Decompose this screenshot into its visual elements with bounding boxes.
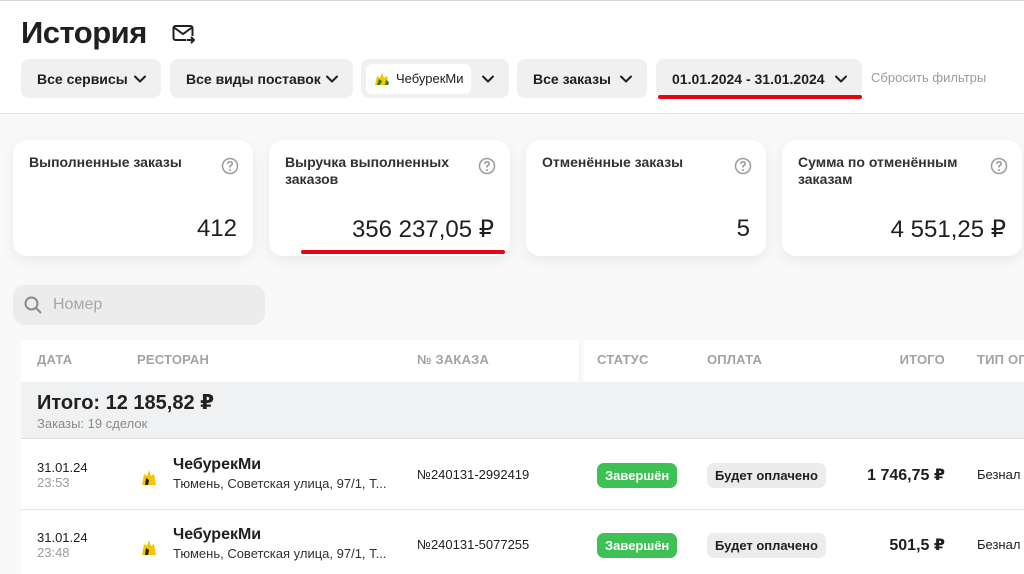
- card-label: Сумма по отменённым заказам: [798, 154, 958, 187]
- brand-chip-label: ЧебурекМи: [396, 71, 464, 86]
- summary-count: Заказы: 19 сделок: [37, 416, 148, 431]
- delivery-filter[interactable]: Все виды поставок: [170, 59, 353, 98]
- payment-type: Безнал: [977, 467, 1021, 482]
- chevron-down-icon: [482, 75, 494, 83]
- column-divider: [579, 340, 585, 384]
- card-value: 356 237,05 ₽: [351, 216, 494, 243]
- card-value: 412: [196, 215, 237, 242]
- order-number: №240131-5077255: [417, 537, 530, 552]
- help-icon[interactable]: [734, 157, 752, 175]
- order-total: 501,5 ₽: [889, 537, 945, 554]
- column-header-status[interactable]: СТАТУС: [597, 352, 649, 367]
- restaurant-logo-icon: [142, 540, 156, 555]
- payment-type: Безнал: [977, 537, 1021, 552]
- cancelled-sum-card: Сумма по отменённым заказам 4 551,25 ₽: [782, 140, 1022, 256]
- mail-export-icon[interactable]: [172, 23, 196, 45]
- column-header-date[interactable]: ДАТА: [37, 352, 72, 367]
- column-header-total[interactable]: ИТОГО: [900, 352, 945, 367]
- page-title: История: [21, 15, 147, 50]
- restaurant-name: ЧебурекМи: [173, 456, 262, 473]
- revenue-card: Выручка выполненных заказов 356 237,05 ₽: [269, 140, 510, 256]
- status-badge: Завершён: [597, 463, 678, 488]
- card-value: 4 551,25 ₽: [890, 216, 1006, 243]
- services-filter-label: Все сервисы: [37, 70, 128, 87]
- search-box: [13, 285, 265, 325]
- row-time: 23:53: [37, 475, 70, 490]
- order-total: 1 746,75 ₽: [867, 467, 945, 484]
- orders-filter-label: Все заказы: [533, 70, 612, 87]
- date-range-filter[interactable]: 01.01.2024 - 31.01.2024: [656, 59, 862, 98]
- table-row[interactable]: 31.01.24 23:48 ЧебурекМи Тюмень, Советск…: [21, 510, 1024, 574]
- table-row[interactable]: 31.01.24 23:53 ЧебурекМи Тюмень, Советск…: [21, 440, 1024, 510]
- search-icon: [24, 296, 42, 314]
- date-range-label: 01.01.2024 - 31.01.2024: [672, 70, 825, 87]
- help-icon[interactable]: [990, 157, 1008, 175]
- restaurant-name: ЧебурекМи: [173, 526, 262, 543]
- delivery-filter-label: Все виды поставок: [186, 70, 321, 87]
- chevron-down-icon: [835, 75, 847, 83]
- page-header: История Все сервисы Все виды поставок Че…: [0, 0, 1024, 114]
- content-area: Выполненные заказы 412 Выручка выполненн…: [0, 114, 1024, 574]
- card-label: Выполненные заказы: [29, 154, 182, 170]
- card-label: Выручка выполненных заказов: [285, 154, 450, 187]
- row-date: 31.01.24: [37, 530, 88, 545]
- cancelled-orders-card: Отменённые заказы 5: [526, 140, 766, 256]
- brand-logo-icon: [375, 72, 389, 85]
- restaurant-address: Тюмень, Советская улица, 97/1, Т...: [173, 476, 387, 491]
- chevron-down-icon: [326, 75, 338, 83]
- row-time: 23:48: [37, 545, 70, 560]
- restaurant-logo-icon: [142, 470, 156, 485]
- orders-filter[interactable]: Все заказы: [517, 59, 647, 98]
- search-input[interactable]: [53, 285, 253, 325]
- order-number: №240131-2992419: [417, 467, 530, 482]
- orders-table: ДАТА РЕСТОРАН № ЗАКАЗА СТАТУС ОПЛАТА ИТО…: [21, 340, 1024, 574]
- column-header-order-number[interactable]: № ЗАКАЗА: [417, 352, 489, 367]
- row-date: 31.01.24: [37, 460, 88, 475]
- brand-chip[interactable]: ЧебурекМи: [366, 63, 471, 94]
- payment-badge: Будет оплачено: [707, 463, 826, 488]
- column-header-restaurant[interactable]: РЕСТОРАН: [137, 352, 209, 367]
- services-filter[interactable]: Все сервисы: [21, 59, 161, 98]
- column-header-payment[interactable]: ОПЛАТА: [707, 352, 762, 367]
- reset-filters-link[interactable]: Сбросить фильтры: [871, 70, 986, 85]
- restaurant-address: Тюмень, Советская улица, 97/1, Т...: [173, 546, 387, 561]
- chevron-down-icon: [620, 75, 632, 83]
- help-icon[interactable]: [221, 157, 239, 175]
- card-label: Отменённые заказы: [542, 154, 684, 170]
- completed-orders-card: Выполненные заказы 412: [13, 140, 253, 256]
- help-icon[interactable]: [478, 157, 496, 175]
- summary-total: Итого: 12 185,82 ₽: [37, 392, 215, 414]
- date-range-highlight: [658, 95, 862, 99]
- payment-badge: Будет оплачено: [707, 533, 826, 558]
- chevron-down-icon: [134, 75, 146, 83]
- column-header-payment-type[interactable]: ТИП ОП: [977, 352, 1024, 367]
- revenue-highlight: [301, 250, 505, 254]
- status-badge: Завершён: [597, 533, 678, 558]
- card-value: 5: [736, 215, 750, 242]
- table-summary-row: Итого: 12 185,82 ₽ Заказы: 19 сделок: [21, 382, 1024, 439]
- brand-filter[interactable]: ЧебурекМи: [361, 59, 509, 98]
